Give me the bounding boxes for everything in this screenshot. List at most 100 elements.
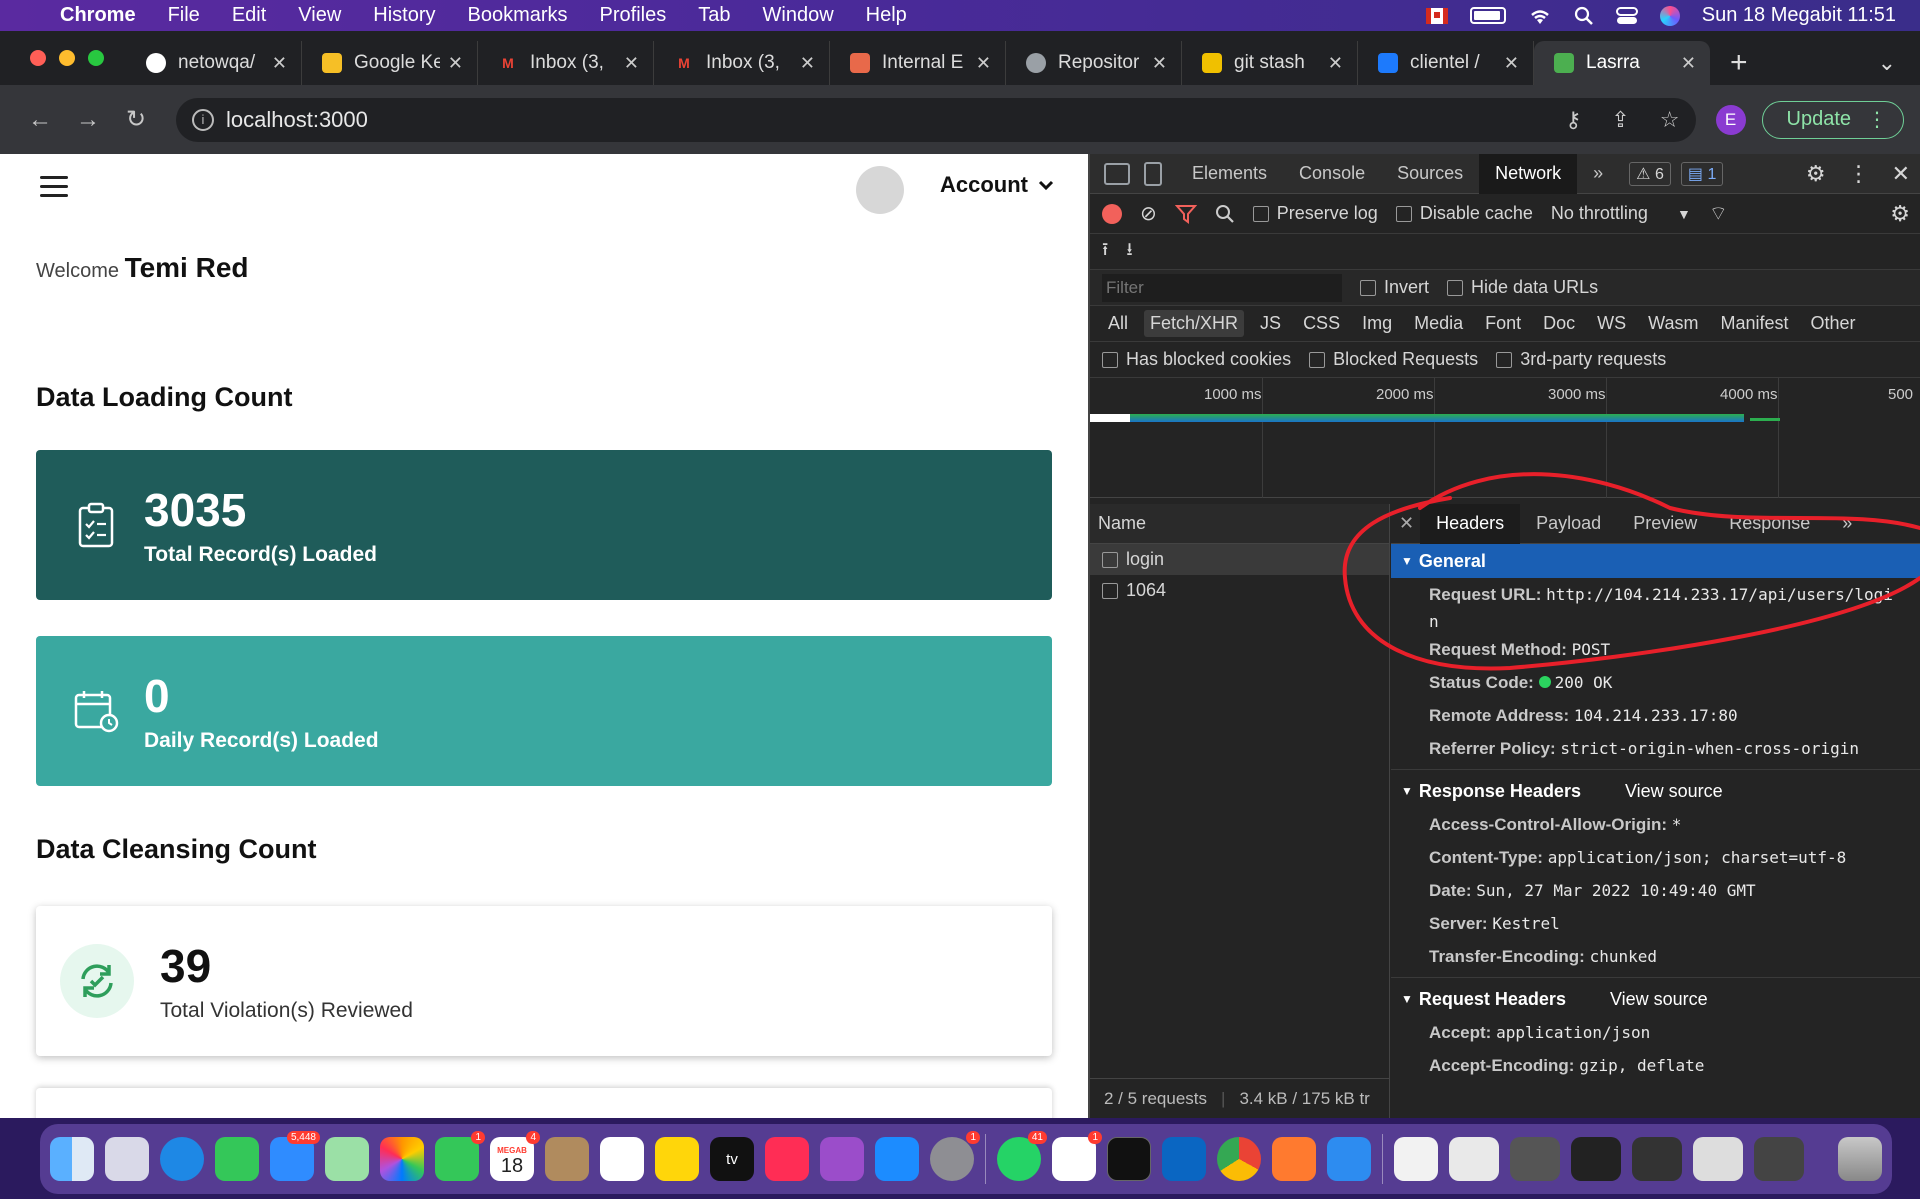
new-tab-button[interactable]: + [1730, 41, 1748, 85]
reload-button[interactable]: ↻ [112, 105, 160, 134]
remote-desktop-icon[interactable] [1327, 1137, 1371, 1181]
window-thumbnail[interactable] [1632, 1137, 1682, 1181]
import-har-icon[interactable]: ⭱ [1102, 237, 1108, 267]
filter-type-font[interactable]: Font [1479, 310, 1527, 337]
app-store-icon[interactable] [875, 1137, 919, 1181]
account-menu[interactable]: Account [940, 172, 1054, 198]
wifi-icon[interactable] [1528, 7, 1552, 25]
hamburger-menu-icon[interactable] [40, 176, 68, 203]
menu-tab[interactable]: Tab [698, 4, 730, 27]
back-button[interactable]: ← [16, 106, 64, 134]
export-har-icon[interactable]: ⭳ [1126, 237, 1132, 267]
document-thumbnail[interactable] [1394, 1137, 1438, 1181]
record-button[interactable] [1102, 203, 1122, 224]
tab-network[interactable]: Network [1479, 153, 1578, 194]
filter-type-fetch-xhr[interactable]: Fetch/XHR [1144, 310, 1245, 337]
browser-tab[interactable]: Internal E ✕ [830, 41, 1006, 85]
clear-icon[interactable]: ⊘ [1140, 201, 1157, 226]
close-icon[interactable]: ✕ [624, 53, 639, 74]
maps-icon[interactable] [325, 1137, 369, 1181]
filter-type-media[interactable]: Media [1408, 310, 1469, 337]
network-conditions-icon[interactable]: ⌔ [1709, 201, 1728, 226]
third-party-checkbox[interactable]: 3rd-party requests [1496, 349, 1666, 370]
terminal-icon[interactable] [1107, 1137, 1151, 1181]
close-window-button[interactable] [30, 50, 46, 66]
menu-app-name[interactable]: Chrome [60, 4, 136, 27]
menu-help[interactable]: Help [866, 4, 907, 27]
warnings-badge[interactable]: ⚠ 6 [1629, 161, 1671, 186]
close-icon[interactable]: ✕ [1504, 53, 1519, 74]
menu-bookmarks[interactable]: Bookmarks [468, 4, 568, 27]
control-center-icon[interactable] [1615, 6, 1638, 26]
site-info-icon[interactable]: i [192, 108, 214, 131]
throttling-select[interactable]: No throttling ▼ [1551, 203, 1691, 224]
browser-tab[interactable]: clientel / ✕ [1358, 41, 1534, 85]
finder-icon[interactable] [50, 1137, 94, 1181]
close-devtools-icon[interactable]: ✕ [1892, 161, 1910, 187]
tab-preview[interactable]: Preview [1617, 504, 1713, 544]
calendar-icon[interactable]: MEGAB 18 4 [490, 1131, 540, 1181]
filter-type-doc[interactable]: Doc [1537, 310, 1581, 337]
notes-icon[interactable] [655, 1137, 699, 1181]
window-thumbnail[interactable] [1754, 1137, 1804, 1181]
facetime-icon[interactable]: 1 [435, 1131, 485, 1181]
close-detail-icon[interactable]: ✕ [1399, 513, 1414, 534]
window-thumbnail[interactable] [1571, 1137, 1621, 1181]
share-icon[interactable]: ⇪ [1611, 107, 1629, 133]
blocked-cookies-checkbox[interactable]: Has blocked cookies [1102, 349, 1291, 370]
profile-avatar[interactable]: E [1715, 104, 1746, 135]
menu-profiles[interactable]: Profiles [600, 4, 667, 27]
menu-history[interactable]: History [373, 4, 435, 27]
update-button[interactable]: Update ⋮ [1761, 100, 1904, 139]
trash-icon[interactable] [1838, 1137, 1882, 1181]
response-headers-section-header[interactable]: ▼ Response Headers View source [1391, 774, 1920, 808]
filter-input[interactable] [1102, 273, 1342, 302]
settings-gear-icon[interactable]: ⚙ [1806, 161, 1826, 187]
more-detail-tabs-icon[interactable]: » [1826, 504, 1868, 544]
forward-button[interactable]: → [64, 106, 112, 134]
podcasts-icon[interactable] [820, 1137, 864, 1181]
menu-view[interactable]: View [298, 4, 341, 27]
browser-tab-active[interactable]: Lasrra ✕ [1534, 41, 1710, 85]
browser-tab[interactable]: Google Ke ✕ [302, 41, 478, 85]
hide-data-urls-checkbox[interactable]: Hide data URLs [1447, 277, 1598, 298]
tab-payload[interactable]: Payload [1520, 504, 1617, 544]
messages-icon[interactable] [215, 1137, 259, 1181]
browser-tab[interactable]: Repositor ✕ [1006, 41, 1182, 85]
photos-icon[interactable] [380, 1137, 424, 1181]
reminders-icon[interactable] [600, 1137, 644, 1181]
filter-type-wasm[interactable]: Wasm [1642, 310, 1704, 337]
filter-type-img[interactable]: Img [1356, 310, 1398, 337]
music-icon[interactable] [765, 1137, 809, 1181]
window-thumbnail[interactable] [1510, 1137, 1560, 1181]
account-avatar[interactable] [856, 166, 904, 214]
more-tabs-icon[interactable]: » [1577, 154, 1619, 194]
bookmark-star-icon[interactable]: ☆ [1660, 107, 1680, 133]
minimize-window-button[interactable] [59, 50, 75, 66]
inspect-element-icon[interactable] [1104, 162, 1130, 185]
key-icon[interactable]: ⚷ [1565, 107, 1581, 133]
menu-file[interactable]: File [168, 4, 200, 27]
view-source-link[interactable]: View source [1610, 989, 1708, 1010]
view-source-link[interactable]: View source [1625, 781, 1723, 802]
filter-type-manifest[interactable]: Manifest [1715, 310, 1795, 337]
pencil-app-icon[interactable] [1272, 1137, 1316, 1181]
zoom-window-button[interactable] [88, 50, 104, 66]
filter-type-all[interactable]: All [1102, 310, 1134, 337]
contacts-icon[interactable] [545, 1137, 589, 1181]
slack-icon[interactable]: 1 [1052, 1131, 1102, 1181]
tab-elements[interactable]: Elements [1176, 154, 1283, 194]
address-bar[interactable]: i localhost:3000 ⚷ ⇪ ☆ [176, 97, 1696, 142]
tab-sources[interactable]: Sources [1381, 154, 1479, 194]
vscode-icon[interactable] [1162, 1137, 1206, 1181]
battery-icon[interactable] [1469, 7, 1506, 24]
close-icon[interactable]: ✕ [976, 53, 991, 74]
tab-console[interactable]: Console [1283, 154, 1381, 194]
browser-tab[interactable]: M Inbox (3, ✕ [478, 41, 654, 85]
window-thumbnail[interactable] [1449, 1137, 1499, 1181]
messages-badge[interactable]: ▤ 1 [1680, 161, 1724, 186]
general-section-header[interactable]: ▼ General [1391, 544, 1920, 578]
close-icon[interactable]: ✕ [1328, 53, 1343, 74]
menu-window[interactable]: Window [763, 4, 834, 27]
chrome-icon[interactable] [1217, 1137, 1261, 1181]
